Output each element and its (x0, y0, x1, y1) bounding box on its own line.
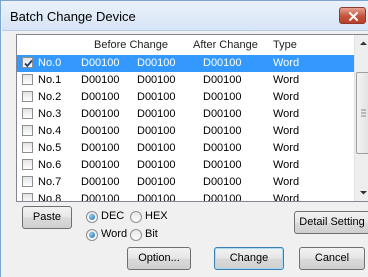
chevron-up-icon (360, 41, 367, 45)
row-after: D00100 (203, 125, 242, 137)
row-after: D00100 (203, 57, 242, 69)
radio-hex[interactable] (130, 211, 142, 223)
scroll-up-button[interactable] (355, 35, 368, 52)
device-list[interactable]: Before Change After Change Type No.0 D001… (16, 34, 368, 202)
row-after: D00100 (203, 142, 242, 154)
check-icon (24, 59, 33, 68)
list-row[interactable]: No.5 D00100 D00100 D00100 Word (17, 140, 354, 157)
vertical-scrollbar[interactable] (354, 35, 368, 201)
radio-bit[interactable] (130, 229, 142, 241)
row-before-to: D00100 (137, 108, 176, 120)
header-type: Type (273, 39, 297, 51)
title-bar: Batch Change Device (2, 2, 368, 31)
row-type: Word (273, 125, 300, 137)
row-checkbox[interactable] (22, 108, 33, 119)
row-checkbox[interactable] (22, 142, 33, 153)
radio-dec-label: DEC (101, 210, 125, 222)
row-type: Word (273, 159, 300, 171)
row-before-to: D00100 (137, 176, 176, 188)
row-after: D00100 (203, 176, 242, 188)
close-icon (349, 12, 358, 21)
change-button[interactable]: Change (214, 247, 284, 270)
header-after-change: After Change (193, 39, 258, 51)
row-before-to: D00100 (137, 57, 176, 69)
row-label: No.0 (38, 57, 62, 69)
row-after: D00100 (203, 159, 242, 171)
row-checkbox[interactable] (22, 125, 33, 136)
row-after: D00100 (203, 74, 242, 86)
radio-dec[interactable] (86, 211, 98, 223)
row-before-from: D00100 (81, 159, 120, 171)
row-before-to: D00100 (137, 125, 176, 137)
row-after: D00100 (203, 91, 242, 103)
row-before-from: D00100 (81, 142, 120, 154)
row-checkbox[interactable] (22, 57, 33, 68)
row-type: Word (273, 193, 300, 202)
radio-hex-label: HEX (145, 210, 168, 222)
row-label: No.8 (38, 193, 62, 202)
list-row[interactable]: No.8 D00100 D00100 D00100 Word (17, 191, 354, 202)
row-label: No.4 (38, 125, 62, 137)
row-before-from: D00100 (81, 108, 120, 120)
radio-word-dot (89, 232, 95, 238)
scrollbar-thumb[interactable] (356, 72, 368, 154)
row-checkbox[interactable] (22, 74, 33, 85)
row-before-to: D00100 (137, 193, 176, 202)
row-type: Word (273, 91, 300, 103)
row-before-to: D00100 (137, 159, 176, 171)
radio-bit-label: Bit (145, 228, 158, 240)
scroll-down-button[interactable] (355, 184, 368, 201)
list-row[interactable]: No.7 D00100 D00100 D00100 Word (17, 174, 354, 191)
row-before-to: D00100 (137, 74, 176, 86)
row-before-from: D00100 (81, 91, 120, 103)
row-label: No.6 (38, 159, 62, 171)
list-row[interactable]: No.2 D00100 D00100 D00100 Word (17, 89, 354, 106)
row-type: Word (273, 57, 300, 69)
row-label: No.5 (38, 142, 62, 154)
row-label: No.2 (38, 91, 62, 103)
row-before-from: D00100 (81, 176, 120, 188)
row-after: D00100 (203, 193, 242, 202)
row-before-to: D00100 (137, 91, 176, 103)
row-before-from: D00100 (81, 193, 120, 202)
row-type: Word (273, 74, 300, 86)
list-row[interactable]: No.3 D00100 D00100 D00100 Word (17, 106, 354, 123)
radio-dec-dot (89, 214, 95, 220)
cancel-button[interactable]: Cancel (299, 247, 365, 270)
close-button[interactable] (339, 7, 366, 24)
row-label: No.7 (38, 176, 62, 188)
row-label: No.1 (38, 74, 62, 86)
row-before-to: D00100 (137, 142, 176, 154)
row-type: Word (273, 176, 300, 188)
batch-change-device-dialog: Batch Change Device Before Change After … (0, 0, 368, 277)
row-checkbox[interactable] (22, 193, 33, 201)
chevron-down-icon (360, 191, 367, 195)
list-row[interactable]: No.1 D00100 D00100 D00100 Word (17, 72, 354, 89)
paste-button[interactable]: Paste (22, 206, 72, 229)
grip-icon (361, 109, 366, 117)
header-before-change: Before Change (94, 39, 168, 51)
row-checkbox[interactable] (22, 159, 33, 170)
row-after: D00100 (203, 108, 242, 120)
list-row[interactable]: No.4 D00100 D00100 D00100 Word (17, 123, 354, 140)
detail-setting-button[interactable]: Detail Setting (294, 211, 368, 234)
list-header: Before Change After Change Type (17, 35, 354, 55)
row-type: Word (273, 142, 300, 154)
list-row[interactable]: No.6 D00100 D00100 D00100 Word (17, 157, 354, 174)
option-button[interactable]: Option... (127, 247, 191, 270)
list-row[interactable]: No.0 D00100 D00100 D00100 Word (17, 55, 354, 72)
row-checkbox[interactable] (22, 91, 33, 102)
row-before-from: D00100 (81, 74, 120, 86)
row-before-from: D00100 (81, 57, 120, 69)
radio-word[interactable] (86, 229, 98, 241)
row-checkbox[interactable] (22, 176, 33, 187)
window-title: Batch Change Device (10, 9, 136, 24)
row-label: No.3 (38, 108, 62, 120)
radio-word-label: Word (101, 228, 128, 240)
row-type: Word (273, 108, 300, 120)
row-before-from: D00100 (81, 125, 120, 137)
